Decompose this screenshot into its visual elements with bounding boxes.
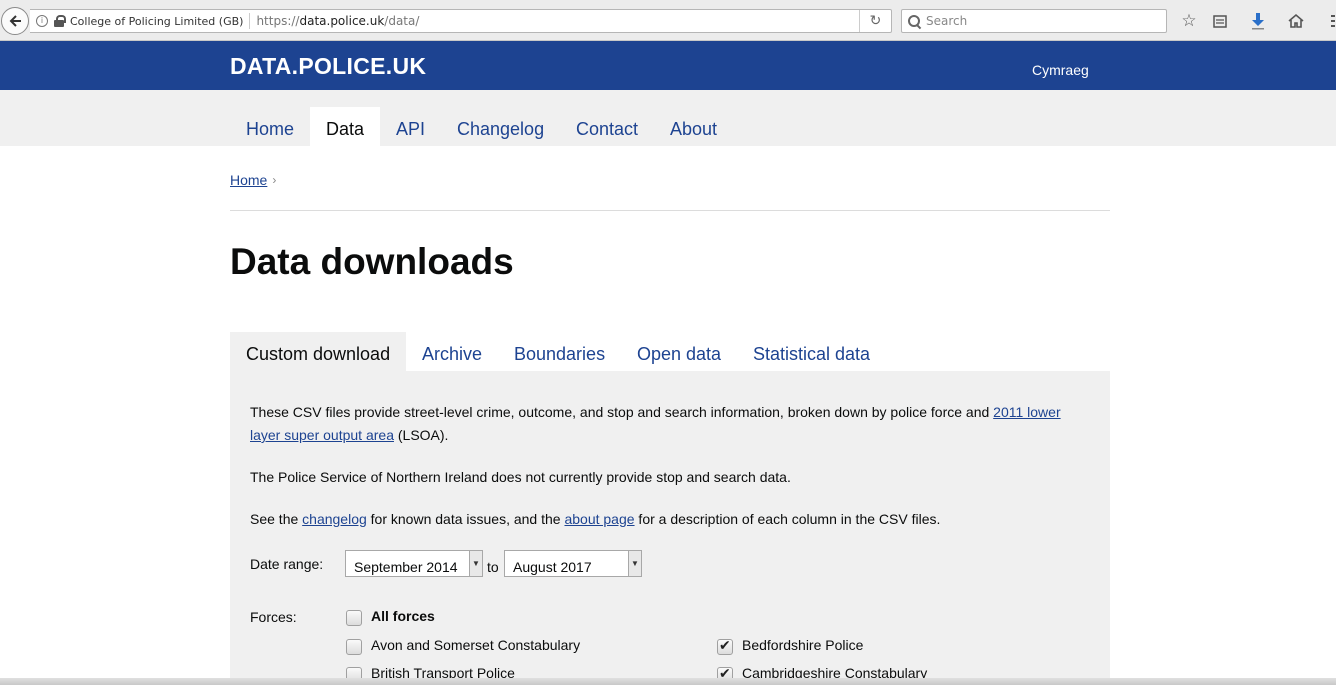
tab-open-data[interactable]: Open data xyxy=(621,332,737,372)
breadcrumb: Home › xyxy=(230,172,276,188)
force-label[interactable]: Avon and Somerset Constabulary xyxy=(371,637,580,653)
date-range-label: Date range: xyxy=(250,556,324,572)
site-header: DATA.POLICE.UK Cymraeg xyxy=(0,41,1336,90)
nav-item-changelog[interactable]: Changelog xyxy=(441,107,560,146)
search-icon xyxy=(908,15,920,27)
tab-archive[interactable]: Archive xyxy=(406,332,498,372)
download-icon[interactable] xyxy=(1248,11,1268,31)
address-bar[interactable]: i College of Policing Limited (GB) https… xyxy=(30,9,892,33)
changelog-link[interactable]: changelog xyxy=(302,511,367,527)
dropdown-arrow-icon[interactable]: ▼ xyxy=(628,551,641,576)
url-text[interactable]: https://data.police.uk/data/ xyxy=(256,14,419,28)
language-link[interactable]: Cymraeg xyxy=(1032,62,1089,78)
tab-boundaries[interactable]: Boundaries xyxy=(498,332,621,372)
forces-label: Forces: xyxy=(250,609,297,625)
all-forces-checkbox[interactable] xyxy=(346,610,362,626)
nav-item-home[interactable]: Home xyxy=(230,107,310,146)
info-icon[interactable]: i xyxy=(36,15,48,27)
back-button[interactable] xyxy=(1,7,29,35)
browser-search-input[interactable]: Search xyxy=(901,9,1167,33)
page-title: Data downloads xyxy=(230,241,514,282)
menu-icon[interactable] xyxy=(1326,11,1336,31)
browser-toolbar: i College of Policing Limited (GB) https… xyxy=(0,0,1336,41)
chevron-right-icon: › xyxy=(272,173,277,187)
date-from-value: September 2014 xyxy=(354,559,458,575)
force-label[interactable]: Bedfordshire Police xyxy=(742,637,863,653)
tab-statistical-data[interactable]: Statistical data xyxy=(737,332,886,372)
nav-item-api[interactable]: API xyxy=(380,107,441,146)
reload-icon[interactable]: ↻ xyxy=(859,10,891,32)
breadcrumb-home-link[interactable]: Home xyxy=(230,172,267,188)
date-from-select[interactable]: September 2014 ▼ xyxy=(345,550,483,577)
nav-item-contact[interactable]: Contact xyxy=(560,107,654,146)
window-bottom-edge xyxy=(0,678,1336,685)
force-checkbox-bedfordshire[interactable] xyxy=(717,637,733,655)
nav-item-about[interactable]: About xyxy=(654,107,733,146)
to-label: to xyxy=(487,559,499,575)
date-to-select[interactable]: August 2017 ▼ xyxy=(504,550,642,577)
dropdown-arrow-icon[interactable]: ▼ xyxy=(469,551,482,576)
site-logo[interactable]: DATA.POLICE.UK xyxy=(230,53,426,80)
search-placeholder: Search xyxy=(926,14,968,28)
force-checkbox-avon-and-somerset[interactable] xyxy=(346,639,362,655)
about-page-link[interactable]: about page xyxy=(564,511,634,527)
divider xyxy=(249,13,251,29)
intro-paragraph: These CSV files provide street-level cri… xyxy=(250,404,1061,443)
site-identity[interactable]: College of Policing Limited (GB) xyxy=(70,15,243,28)
psni-note: The Police Service of Northern Ireland d… xyxy=(250,469,791,485)
date-to-value: August 2017 xyxy=(513,559,592,575)
reading-list-icon[interactable] xyxy=(1210,11,1230,31)
back-arrow-icon xyxy=(9,15,21,27)
primary-nav: Home Data API Changelog Contact About xyxy=(0,90,1336,146)
home-icon[interactable] xyxy=(1286,11,1306,31)
lock-icon xyxy=(54,15,66,27)
all-forces-label[interactable]: All forces xyxy=(371,608,435,624)
divider xyxy=(230,210,1110,211)
see-also-paragraph: See the changelog for known data issues,… xyxy=(250,511,941,527)
tab-custom-download[interactable]: Custom download xyxy=(230,332,407,372)
bookmark-star-icon[interactable]: ☆ xyxy=(1179,11,1199,31)
nav-item-data[interactable]: Data xyxy=(310,107,381,146)
